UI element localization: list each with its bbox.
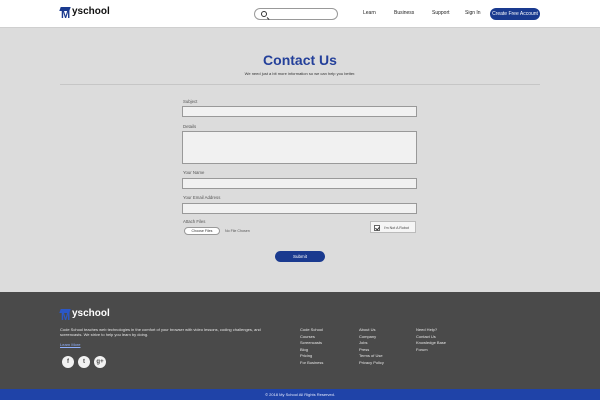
email-label: Your Email Address — [183, 195, 221, 200]
captcha-widget[interactable]: I'm Not A Robot — [370, 221, 416, 233]
learn-more-link[interactable]: Learn More — [60, 342, 80, 347]
captcha-label: I'm Not A Robot — [384, 225, 409, 230]
footer-link[interactable]: Privacy Policy — [359, 360, 384, 367]
nav-sign-in[interactable]: Sign In — [465, 10, 481, 16]
name-field[interactable] — [182, 178, 417, 189]
email-field[interactable] — [182, 203, 417, 214]
copyright-bar: © 2018 My School All Rights Reserved. — [0, 389, 600, 400]
googleplus-icon[interactable]: g+ — [94, 356, 106, 368]
footer-column-company: About Us Company Jobs Press Terms of Use… — [359, 327, 384, 366]
page-title: Contact Us — [263, 52, 337, 68]
top-nav-bar: M yschool Learn Business Support Sign In… — [0, 0, 600, 28]
footer-link[interactable]: For Business — [300, 360, 323, 367]
footer-link[interactable]: Forum — [416, 347, 446, 354]
search-input[interactable] — [254, 8, 338, 20]
facebook-icon[interactable]: f — [62, 356, 74, 368]
name-label: Your Name — [183, 170, 205, 175]
page-subtitle: We need just a bit more information so w… — [244, 71, 356, 76]
footer-link[interactable]: Code School — [300, 327, 323, 334]
footer: M yschool Code School teaches web techno… — [0, 292, 600, 389]
logo-text: yschool — [72, 6, 110, 17]
file-status-text: No File Chosen — [225, 229, 250, 233]
logo[interactable]: M yschool — [59, 6, 110, 21]
divider — [60, 84, 540, 85]
attach-files-label: Attach Files — [183, 219, 206, 224]
footer-column-help: Need Help? Contact Us Knowledge Base For… — [416, 327, 446, 353]
twitter-icon[interactable]: t — [78, 356, 90, 368]
choose-files-button[interactable]: Choose Files — [184, 227, 220, 235]
footer-logo-text: yschool — [72, 308, 110, 319]
graduation-cap-icon: M — [59, 7, 71, 21]
subject-label: Subject — [183, 99, 198, 104]
subject-field[interactable] — [182, 106, 417, 117]
details-label: Details — [183, 124, 197, 129]
graduation-cap-icon: M — [59, 309, 71, 323]
nav-business[interactable]: Business — [394, 10, 414, 16]
footer-link[interactable]: Knowledge Base — [416, 340, 446, 347]
submit-button[interactable]: Submit — [275, 251, 325, 262]
captcha-checkbox[interactable] — [374, 225, 380, 231]
footer-link[interactable]: Screencasts — [300, 340, 323, 347]
nav-support[interactable]: Support — [432, 10, 450, 16]
footer-logo[interactable]: M yschool — [59, 308, 110, 323]
details-textarea[interactable] — [182, 131, 417, 164]
footer-column-school: Code School Courses Screencasts Blog Pri… — [300, 327, 323, 366]
search-icon — [261, 11, 267, 17]
create-account-button[interactable]: Create Free Account — [490, 8, 540, 20]
footer-about-text: Code School teaches web technologies in … — [60, 327, 261, 337]
footer-link[interactable]: Terms of Use — [359, 353, 384, 360]
nav-learn[interactable]: Learn — [363, 10, 376, 16]
